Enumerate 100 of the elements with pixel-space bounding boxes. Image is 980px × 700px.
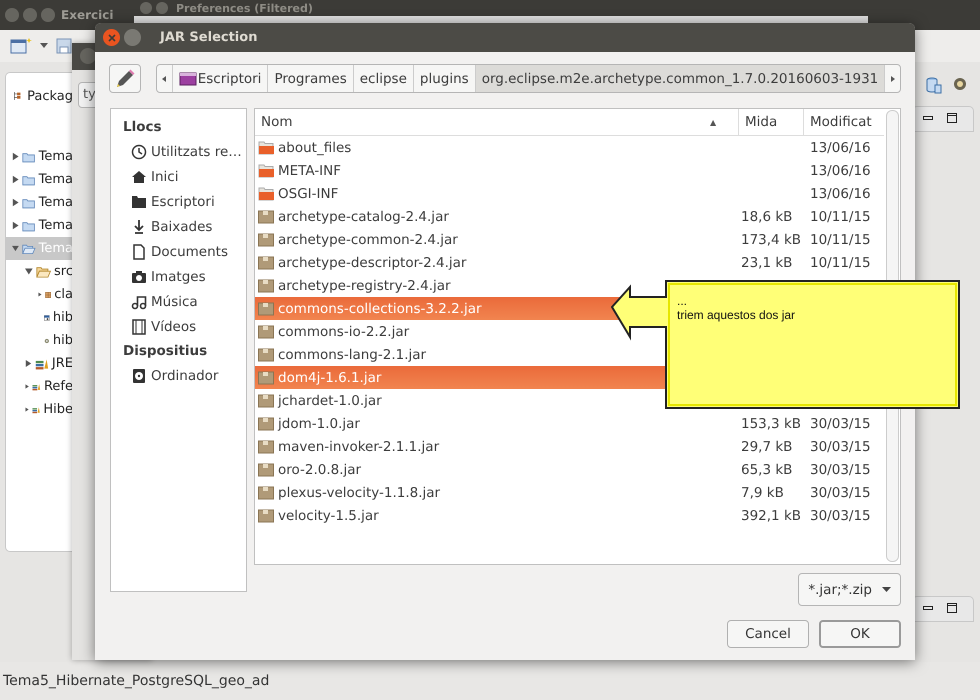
file-name: archetype-descriptor-2.4.jar xyxy=(278,254,466,270)
maximize-icon[interactable] xyxy=(947,603,957,613)
place-item[interactable]: Música xyxy=(111,289,246,314)
save-icon[interactable] xyxy=(56,38,72,54)
note-text: ... xyxy=(677,294,688,308)
tree-item[interactable]: hib xyxy=(6,306,73,329)
caret-icon xyxy=(162,76,166,82)
column-header[interactable]: Modificat xyxy=(803,109,877,135)
tree-item[interactable]: Tema xyxy=(6,191,73,214)
folder-icon xyxy=(258,186,274,200)
file-name: about_files xyxy=(278,140,352,156)
tree-item[interactable]: JRE xyxy=(6,352,73,375)
expander-icon[interactable] xyxy=(38,290,42,299)
file-type-dropdown[interactable]: *.jar;*.zip xyxy=(798,573,901,606)
expander-icon[interactable] xyxy=(25,359,32,368)
tree-item[interactable]: Tema xyxy=(6,214,73,237)
file-name: commons-collections-3.2.2.jar xyxy=(278,300,482,316)
tree-item[interactable]: hib xyxy=(6,329,73,352)
gear-icon[interactable] xyxy=(952,76,968,92)
file-name: plexus-velocity-1.1.8.jar xyxy=(278,484,440,500)
expander-icon[interactable] xyxy=(12,244,19,253)
new-window-icon[interactable] xyxy=(10,37,32,55)
cancel-button[interactable]: Cancel xyxy=(727,620,809,648)
place-label: Baixades xyxy=(151,218,212,234)
dropdown-icon[interactable] xyxy=(40,43,48,49)
file-row[interactable]: maven-invoker-2.1.1.jar 29,7 kB 30/03/15 xyxy=(255,435,884,458)
database-icon[interactable] xyxy=(926,76,942,94)
file-name: archetype-registry-2.4.jar xyxy=(278,278,451,294)
path-button[interactable]: Programes xyxy=(268,65,354,92)
place-item[interactable]: Inici xyxy=(111,164,246,189)
expander-icon[interactable] xyxy=(12,175,20,184)
place-item[interactable]: Ordinador xyxy=(111,363,246,388)
tree-label: hib xyxy=(52,333,73,348)
file-date: 10/11/15 xyxy=(810,232,871,248)
film-icon xyxy=(131,318,147,334)
pencil-icon xyxy=(114,68,136,90)
expander-icon[interactable] xyxy=(12,152,20,161)
file-name: META-INF xyxy=(278,162,342,178)
close-button[interactable] xyxy=(103,29,120,46)
file-date: 30/03/15 xyxy=(810,416,871,432)
file-row[interactable]: OSGI-INF 13/06/16 xyxy=(255,182,884,205)
place-label: Ordinador xyxy=(151,368,218,384)
place-label: Inici xyxy=(151,168,178,184)
maximize-icon[interactable] xyxy=(947,113,957,123)
expander-icon[interactable] xyxy=(25,405,30,414)
path-button[interactable]: Escriptori xyxy=(172,65,268,92)
place-item[interactable]: Vídeos xyxy=(111,314,246,339)
caret-icon xyxy=(882,586,891,592)
place-item[interactable]: Baixades xyxy=(111,214,246,239)
file-row[interactable]: META-INF 13/06/16 xyxy=(255,159,884,182)
column-header[interactable]: Nom xyxy=(255,109,710,135)
file-row[interactable]: velocity-1.5.jar 392,1 kB 30/03/15 xyxy=(255,504,884,527)
window-title: Exercici xyxy=(61,8,114,22)
expander-icon[interactable] xyxy=(25,382,30,391)
place-label: Vídeos xyxy=(151,318,196,334)
close-icon xyxy=(108,34,116,42)
tree-label: src xyxy=(54,264,73,279)
tree-item[interactable]: Tema xyxy=(6,168,73,191)
edit-location-button[interactable] xyxy=(109,64,141,93)
file-row[interactable]: archetype-descriptor-2.4.jar 23,1 kB 10/11/15 xyxy=(255,251,884,274)
window-control-button[interactable] xyxy=(80,48,96,64)
expander-icon[interactable] xyxy=(12,198,20,207)
place-label: Documents xyxy=(151,244,228,260)
path-button[interactable]: org.eclipse.m2e.archetype.common_1.7.0.20160603-1931 xyxy=(476,65,884,92)
file-name: jdom-1.0.jar xyxy=(278,416,360,432)
section-heading: Llocs xyxy=(122,118,163,137)
file-size: 392,1 kB xyxy=(741,508,802,524)
tree-label: Refe xyxy=(44,379,73,394)
file-name: maven-invoker-2.1.1.jar xyxy=(278,438,440,454)
file-name: OSGI-INF xyxy=(278,186,338,202)
tree-item[interactable]: Tema xyxy=(6,145,73,168)
place-item[interactable]: Documents xyxy=(111,239,246,264)
minimize-icon[interactable] xyxy=(923,606,933,610)
file-row[interactable]: about_files 13/06/16 xyxy=(255,136,884,159)
place-item[interactable]: Escriptori xyxy=(111,189,246,214)
file-row[interactable]: oro-2.0.8.jar 65,3 kB 30/03/15 xyxy=(255,458,884,481)
tree-item[interactable]: src xyxy=(6,260,73,283)
file-size: 18,6 kB xyxy=(741,208,792,224)
place-label: Imatges xyxy=(151,268,206,284)
tree-label: Tema xyxy=(38,195,73,210)
tree-item[interactable]: Refe xyxy=(6,375,73,398)
column-header[interactable]: Mida xyxy=(738,109,803,135)
file-row[interactable]: archetype-catalog-2.4.jar 18,6 kB 10/11/15 xyxy=(255,205,884,228)
file-row[interactable]: plexus-velocity-1.1.8.jar 7,9 kB 30/03/15 xyxy=(255,481,884,504)
path-button[interactable]: eclipse xyxy=(354,65,414,92)
minimize-icon[interactable] xyxy=(923,116,933,120)
place-item[interactable]: Utilitzats re… xyxy=(111,139,246,164)
expander-icon[interactable] xyxy=(12,221,20,230)
tree-item[interactable]: Hibe xyxy=(6,398,73,421)
file-size: 153,3 kB xyxy=(741,416,802,432)
file-name: oro-2.0.8.jar xyxy=(278,462,362,478)
place-item[interactable]: Imatges xyxy=(111,264,246,289)
tree-label: JRE xyxy=(52,356,73,371)
tree-item[interactable]: cla xyxy=(6,283,73,306)
file-row[interactable]: archetype-common-2.4.jar 173,4 kB 10/11/15 xyxy=(255,228,884,251)
expander-icon[interactable] xyxy=(25,267,33,276)
ok-button[interactable]: OK xyxy=(819,620,901,648)
section-heading: Dispositius xyxy=(122,342,208,361)
file-row[interactable]: jdom-1.0.jar 153,3 kB 30/03/15 xyxy=(255,412,884,435)
file-name: velocity-1.5.jar xyxy=(278,508,379,524)
